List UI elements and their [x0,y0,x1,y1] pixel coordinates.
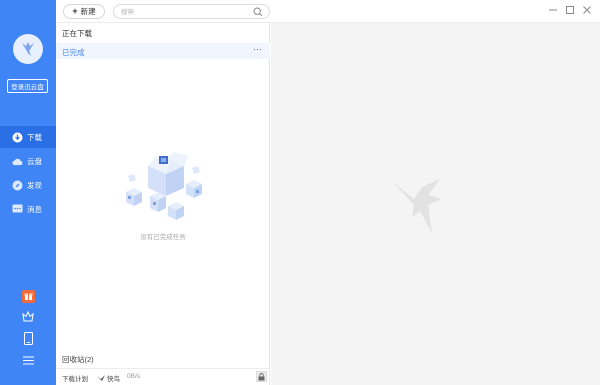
lock-icon[interactable] [256,371,267,382]
download-list-panel: 正在下载 已完成 ··· 没有已完成任务 回收站(2) 下载计划 快鸟 0B/s [56,23,270,385]
recycle-bin[interactable]: 回收站(2) [62,354,94,365]
completed-label: 已完成 [62,48,85,57]
sidebar-item-messages[interactable]: 消息 [0,198,56,220]
sidebar-item-label: 云盘 [27,156,42,166]
cloud-icon [12,156,23,167]
sidebar-item-label: 下载 [27,132,42,142]
toolbar: + 新建 [56,0,600,23]
sidebar-item-cloud[interactable]: 云盘 [0,150,56,172]
download-icon [12,132,23,143]
search-box [113,4,270,19]
detail-area [271,23,600,385]
fast-bird-label: 快鸟 [107,376,120,383]
empty-state-text: 没有已完成任务 [140,234,186,241]
sidebar-item-label: 发现 [27,180,42,190]
empty-boxes-illustration [118,136,208,226]
avatar[interactable] [13,34,43,64]
search-icon[interactable] [253,7,263,17]
more-options-icon[interactable]: ··· [253,44,262,54]
close-icon[interactable] [582,5,592,15]
minimize-icon[interactable] [548,5,558,15]
phone-icon[interactable] [0,330,56,346]
compass-icon [12,180,23,191]
status-bar: 下载计划 快鸟 0B/s [56,368,270,385]
login-button[interactable]: 登录迅云盘 [7,79,48,93]
menu-icon[interactable] [0,352,56,368]
sidebar-item-discover[interactable]: 发现 [0,174,56,196]
downloading-section[interactable]: 正在下载 [62,28,92,39]
crown-icon[interactable] [0,308,56,324]
message-icon [12,204,23,215]
new-task-button[interactable]: + 新建 [63,4,105,19]
download-plan-button[interactable]: 下载计划 [62,373,88,383]
fast-bird-icon [97,374,105,381]
gift-icon[interactable] [0,288,56,304]
bird-logo-icon [392,177,450,235]
download-speed: 0B/s [127,373,141,380]
maximize-icon[interactable] [565,5,575,15]
sidebar-item-label: 消息 [27,204,42,214]
completed-section[interactable]: 已完成 ··· [56,43,270,59]
bird-avatar-icon [22,42,34,56]
plus-icon: + [72,6,78,16]
new-task-label: 新建 [80,7,96,16]
sidebar: 登录迅云盘 下载 云盘 发现 消息 [0,0,56,385]
search-input[interactable] [121,7,241,17]
fast-bird-button[interactable]: 快鸟 [97,373,120,383]
sidebar-item-download[interactable]: 下载 [0,126,56,148]
